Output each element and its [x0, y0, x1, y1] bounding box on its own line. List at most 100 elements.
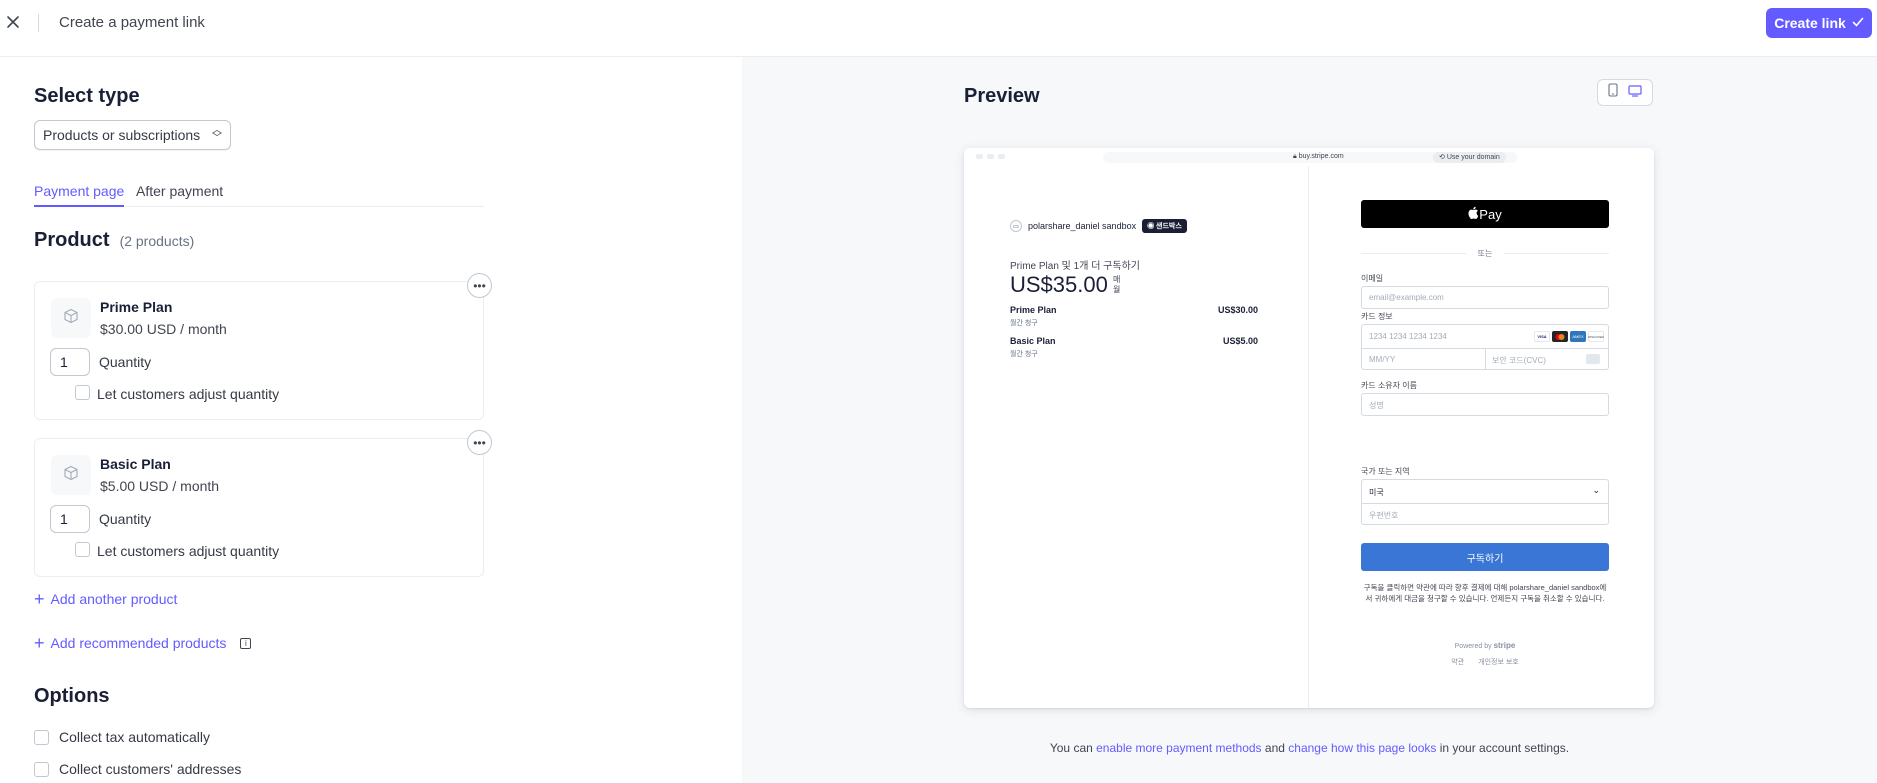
box-icon — [63, 465, 79, 486]
country-label: 국가 또는 지역 — [1361, 467, 1410, 476]
card-number-field[interactable]: 1234 1234 1234 1234 — [1369, 332, 1447, 341]
payment-form: Pay 또는 이메일 email@example.com 카드 정보 1234 … — [1309, 166, 1654, 708]
type-select[interactable]: Products or subscriptions ︿ ﹀ — [34, 120, 231, 150]
page-title: Create a payment link — [59, 14, 205, 31]
apple-icon — [1468, 206, 1479, 222]
quantity-input[interactable]: 1 — [50, 505, 90, 533]
eye-icon: ◉ — [1147, 223, 1155, 230]
order-summary: ▭ polarshare_daniel sandbox ◉ 샌드박스 Prime… — [964, 166, 1309, 708]
sandbox-badge-label: 샌드박스 — [1156, 223, 1182, 230]
add-another-product-label: Add another product — [50, 591, 178, 607]
country-divider — [1362, 503, 1608, 504]
powered-by: Powered by stripe — [1361, 641, 1609, 650]
preview-heading: Preview — [964, 85, 1040, 107]
lock-icon: 🔒︎ — [1293, 153, 1297, 160]
info-icon[interactable]: i — [240, 637, 252, 649]
quantity-label: Quantity — [99, 354, 152, 370]
add-recommended-products-link[interactable]: + Add recommended products i — [34, 633, 252, 653]
footnote-text: You can — [1049, 741, 1097, 755]
check-icon — [1852, 15, 1864, 31]
url-bar: 🔒︎ buy.stripe.com ⟲ Use your domain — [1103, 152, 1517, 163]
refresh-icon: ⟲ — [1439, 154, 1445, 161]
device-toggle — [1597, 79, 1653, 106]
legal-text: 구독을 클릭하면 약관에 따라 향후 결제에 대해 polarshare_dan… — [1363, 583, 1607, 603]
enable-payment-methods-link[interactable]: enable more payment methods — [1096, 741, 1261, 755]
apple-pay-button[interactable]: Pay — [1361, 200, 1609, 228]
stripe-logo: stripe — [1493, 641, 1516, 650]
topbar-divider — [38, 14, 39, 32]
country-select[interactable]: 미국 — [1369, 487, 1384, 498]
product-card: Basic Plan $5.00 USD / month 1 Quantity … — [34, 430, 492, 577]
visa-icon: VISA — [1534, 331, 1550, 342]
box-icon — [63, 308, 79, 329]
url-value: buy.stripe.com — [1298, 153, 1344, 160]
collect-addresses-label: Collect customers' addresses — [59, 761, 242, 777]
amex-icon: AMEX — [1570, 331, 1586, 342]
or-divider: 또는 — [1361, 248, 1609, 259]
product-image — [51, 455, 91, 495]
product-name: Prime Plan — [100, 299, 173, 315]
plus-icon: + — [34, 633, 45, 653]
updown-chevron-icon: ︿ ﹀ — [212, 125, 222, 144]
use-domain-button[interactable]: ⟲ Use your domain — [1433, 152, 1506, 163]
collect-addresses-checkbox[interactable] — [34, 761, 49, 777]
expiry-field[interactable]: MM/YY — [1369, 355, 1395, 364]
tab-after-payment[interactable]: After payment — [136, 183, 223, 205]
more-options-button[interactable]: ••• — [467, 273, 492, 298]
type-select-value: Products or subscriptions — [43, 127, 201, 143]
email-label: 이메일 — [1361, 274, 1384, 283]
card-field-divider — [1485, 348, 1486, 370]
merchant-name: polarshare_daniel sandbox — [1028, 221, 1137, 231]
total-price: US$35.00 — [1010, 272, 1108, 297]
adjust-quantity-checkbox[interactable] — [75, 385, 90, 400]
product-card: Prime Plan $30.00 USD / month 1 Quantity… — [34, 273, 492, 420]
cardholder-name-field[interactable]: 성명 — [1361, 393, 1609, 416]
form-panel: Select type Products or subscriptions ︿ ﹀… — [0, 57, 742, 783]
country-group: 미국 ⌄ 우편번호 — [1361, 479, 1609, 525]
checkout-preview-window: 🔒︎ buy.stripe.com ⟲ Use your domain ▭ po… — [964, 148, 1654, 708]
apple-pay-label: Pay — [1479, 206, 1502, 222]
ellipsis-icon: ••• — [473, 435, 486, 450]
privacy-link[interactable]: 개인정보 보호 — [1478, 659, 1519, 666]
line-item: Prime Plan 월간 청구 US$30.00 — [1010, 305, 1258, 328]
subscribe-button[interactable]: 구독하기 — [1361, 543, 1609, 571]
adjust-quantity-checkbox[interactable] — [75, 542, 90, 557]
cardholder-label: 카드 소유자 이름 — [1361, 381, 1417, 390]
more-options-button[interactable]: ••• — [467, 430, 492, 455]
create-link-button[interactable]: Create link — [1766, 8, 1872, 38]
line-item-billing: 월간 청구 — [1010, 320, 1038, 327]
preview-panel: Preview 🔒︎ buy.stripe.com ⟲ Use your dom… — [742, 57, 1877, 783]
settings-footnote: You can enable more payment methods and … — [742, 741, 1877, 755]
product-name: Basic Plan — [100, 456, 171, 472]
add-another-product-link[interactable]: + Add another product — [34, 589, 178, 609]
browser-bar: 🔒︎ buy.stripe.com ⟲ Use your domain — [964, 148, 1654, 166]
tab-payment-page[interactable]: Payment page — [34, 183, 125, 207]
card-brands: VISA AMEX DISCOVER — [1534, 331, 1604, 342]
option-collect-tax[interactable]: Collect tax automatically — [34, 729, 210, 745]
option-collect-addresses[interactable]: Collect customers' addresses — [34, 761, 241, 777]
quantity-input[interactable]: 1 — [50, 348, 90, 376]
product-image — [51, 298, 91, 338]
billing-period: 매 월 — [1113, 275, 1121, 294]
desktop-icon[interactable] — [1628, 84, 1642, 102]
product-price: $30.00 USD / month — [100, 321, 227, 337]
email-field[interactable]: email@example.com — [1361, 286, 1609, 309]
product-price: $5.00 USD / month — [100, 478, 220, 494]
select-type-heading: Select type — [34, 85, 140, 107]
collect-tax-checkbox[interactable] — [34, 729, 49, 745]
url-text: 🔒︎ buy.stripe.com — [1293, 153, 1344, 161]
mobile-icon[interactable] — [1608, 83, 1618, 102]
plus-icon: + — [34, 589, 45, 609]
store-icon: ▭ — [1010, 220, 1022, 232]
zip-field[interactable]: 우편번호 — [1369, 510, 1398, 521]
window-dots — [976, 154, 1005, 159]
add-recommended-products-label: Add recommended products — [50, 635, 227, 651]
mastercard-icon — [1552, 331, 1568, 342]
product-count: (2 products) — [119, 233, 195, 249]
cvc-field[interactable]: 보안 코드(CVC) — [1492, 355, 1546, 366]
terms-link[interactable]: 약관 — [1451, 659, 1464, 666]
checkout-footer-links: 약관 개인정보 보호 — [1361, 657, 1609, 667]
change-page-look-link[interactable]: change how this page looks — [1288, 741, 1436, 755]
close-icon[interactable] — [4, 13, 22, 31]
line-item: Basic Plan 월간 청구 US$5.00 — [1010, 336, 1258, 359]
